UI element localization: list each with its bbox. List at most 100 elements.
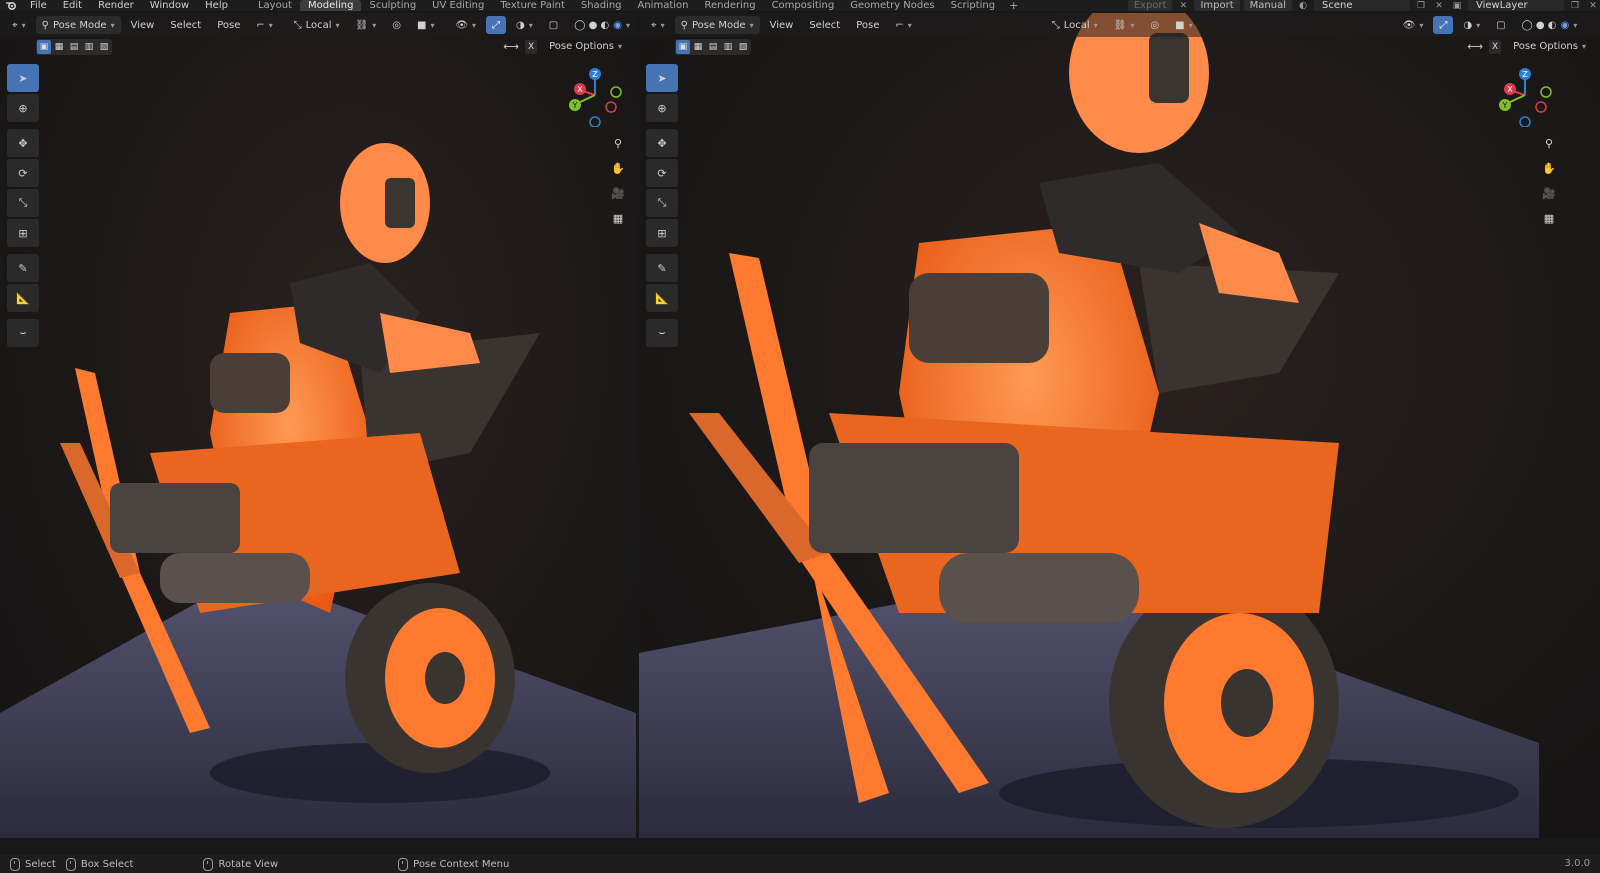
cursor-tool-icon[interactable]: ⊕ [7,94,39,122]
scene-field[interactable]: Scene [1314,0,1410,11]
scale-tool-icon[interactable]: ⤡ [7,189,39,217]
snap-button[interactable]: ◎ [386,16,407,34]
new-scene-icon[interactable]: ❐ [1414,0,1428,11]
select-invert-icon[interactable]: ▥ [82,40,96,54]
visibility-icon[interactable]: 👁 ▾ [449,16,482,34]
import-button[interactable]: Import [1194,0,1240,11]
camera-icon[interactable]: 🎥 [1540,184,1558,202]
transform-orientation[interactable]: ⤡ Local ▾ [288,16,346,34]
export-button[interactable]: Export [1127,0,1173,11]
move-tool-icon[interactable]: ✥ [7,129,39,157]
mode-selector[interactable]: ⚲ Pose Mode ▾ [35,16,121,34]
new-view-layer-icon[interactable]: ❐ [1568,0,1582,11]
view-layer-field[interactable]: ViewLayer [1468,0,1564,11]
remove-view-layer-icon[interactable]: ✕ [1586,0,1600,11]
shading-modes[interactable]: ◯ ● ◐ ◉ ▾ [1516,16,1584,34]
scene-icon[interactable]: ◐ [1296,0,1310,11]
select-intersect-icon[interactable]: ▧ [97,40,111,54]
pivot-point-button[interactable]: ⛓ ▾ [1108,16,1141,34]
editor-type-button[interactable]: ⌖ ▾ [6,16,32,34]
tab-layout[interactable]: Layout [250,0,300,11]
rotate-tool-icon[interactable]: ⟳ [7,159,39,187]
select-new-icon[interactable]: ▣ [676,40,690,54]
overlay-toggle[interactable]: ◑ ▾ [510,16,539,34]
menu-window[interactable]: Window [142,0,197,11]
pan-hand-icon[interactable]: ✋ [1540,159,1558,177]
scale-tool-icon[interactable]: ⤡ [646,189,678,217]
select-new-icon[interactable]: ▣ [37,40,51,54]
select-extend-icon[interactable]: ▦ [691,40,705,54]
pose-options-dropdown[interactable]: Pose Options ▾ [1507,38,1592,56]
shading-modes[interactable]: ◯ ● ◐ ◉ ▾ [568,16,636,34]
measure-tool-icon[interactable]: 📐 [646,284,678,312]
select-tool-icon[interactable]: ➤ [7,64,39,92]
tab-geometry-nodes[interactable]: Geometry Nodes [842,0,942,11]
mode-selector[interactable]: ⚲ Pose Mode ▾ [674,16,760,34]
menu-view[interactable]: View [764,16,800,34]
perspective-grid-icon[interactable]: ▦ [1540,209,1558,227]
gizmo-toggle[interactable]: ⤢ [1433,16,1454,34]
pivot-point-button[interactable]: ⛓ ▾ [350,16,383,34]
menu-render[interactable]: Render [90,0,142,11]
overlay-toggle[interactable]: ◑ ▾ [1457,16,1486,34]
menu-edit[interactable]: Edit [55,0,90,11]
menu-view[interactable]: View [125,16,161,34]
viewport-right[interactable]: ⌖ ▾ ⚲ Pose Mode ▾ View Select Pose ⌐ ▾ ⤡ Loca… [639,13,1600,838]
tab-texture-paint[interactable]: Texture Paint [492,0,573,11]
cursor-tool-icon[interactable]: ⊕ [646,94,678,122]
select-subtract-icon[interactable]: ▤ [706,40,720,54]
mirror-icon[interactable]: ⟷ [1467,40,1483,53]
relax-pose-tool-icon[interactable]: ⌣ [646,319,678,347]
pose-extra-button[interactable]: ⌐ ▾ [889,16,917,34]
x-mirror-button[interactable]: X [1489,39,1502,54]
manual-button[interactable]: Manual [1243,0,1292,11]
x-mirror-button[interactable]: X [525,39,538,54]
relax-pose-tool-icon[interactable]: ⌣ [7,319,39,347]
transform-tool-icon[interactable]: ⊞ [646,219,678,247]
zoom-icon[interactable]: ⚲ [1540,134,1558,152]
snap-button[interactable]: ◎ [1144,16,1165,34]
tab-rendering[interactable]: Rendering [696,0,763,11]
perspective-grid-icon[interactable]: ▦ [609,209,627,227]
menu-select[interactable]: Select [164,16,207,34]
measure-tool-icon[interactable]: 📐 [7,284,39,312]
close-icon[interactable]: ✕ [1176,0,1190,11]
pose-extra-button[interactable]: ⌐ ▾ [250,16,278,34]
tab-animation[interactable]: Animation [630,0,697,11]
add-workspace-button[interactable]: + [1003,0,1024,11]
xray-toggle[interactable]: ▢ [543,16,564,34]
menu-pose[interactable]: Pose [850,16,885,34]
pose-options-dropdown[interactable]: Pose Options ▾ [543,38,628,56]
view-layer-icon[interactable]: ▣ [1450,0,1464,11]
select-invert-icon[interactable]: ▥ [721,40,735,54]
annotate-tool-icon[interactable]: ✎ [7,254,39,282]
tab-scripting[interactable]: Scripting [943,0,1003,11]
menu-pose[interactable]: Pose [211,16,246,34]
annotate-tool-icon[interactable]: ✎ [646,254,678,282]
rotate-tool-icon[interactable]: ⟳ [646,159,678,187]
select-extend-icon[interactable]: ▦ [52,40,66,54]
navigation-gizmo[interactable]: Z X Y [566,67,626,127]
select-subtract-icon[interactable]: ▤ [67,40,81,54]
pan-hand-icon[interactable]: ✋ [609,159,627,177]
menu-help[interactable]: Help [197,0,236,11]
visibility-icon[interactable]: 👁 ▾ [1397,16,1430,34]
editor-type-button[interactable]: ⌖ ▾ [645,16,671,34]
tab-modeling[interactable]: Modeling [299,0,362,11]
transform-orientation[interactable]: ⤡ Local ▾ [1046,16,1104,34]
camera-icon[interactable]: 🎥 [609,184,627,202]
blender-logo-icon[interactable] [0,0,22,11]
snap-target-button[interactable]: ■ ▾ [1169,16,1198,34]
menu-file[interactable]: File [22,0,55,11]
menu-select[interactable]: Select [803,16,846,34]
tab-sculpting[interactable]: Sculpting [361,0,424,11]
mirror-icon[interactable]: ⟷ [503,40,519,53]
tab-uv-editing[interactable]: UV Editing [424,0,492,11]
transform-tool-icon[interactable]: ⊞ [7,219,39,247]
select-tool-icon[interactable]: ➤ [646,64,678,92]
tab-shading[interactable]: Shading [573,0,630,11]
tab-compositing[interactable]: Compositing [764,0,843,11]
snap-target-button[interactable]: ■ ▾ [411,16,440,34]
gizmo-toggle[interactable]: ⤢ [486,16,507,34]
viewport-left[interactable]: ⌖ ▾ ⚲ Pose Mode ▾ View Select Pose ⌐ ▾ ⤡ Loca… [0,13,636,838]
